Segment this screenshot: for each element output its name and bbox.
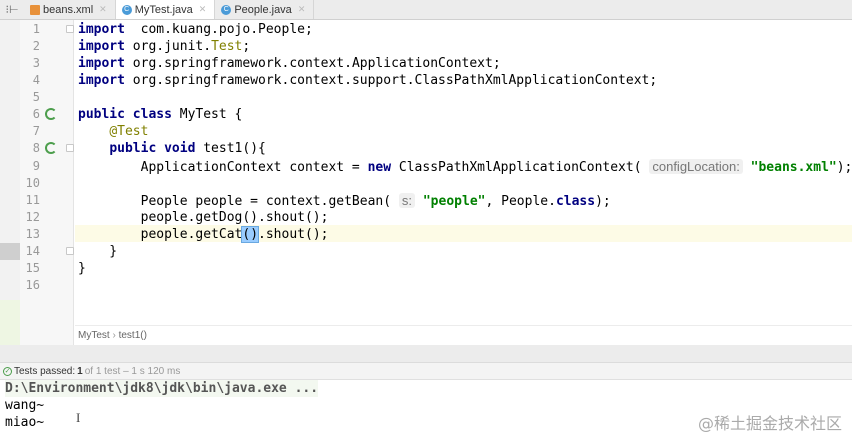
line-number: 11	[25, 192, 40, 207]
code-token: Test	[211, 39, 243, 55]
line-number: 8	[32, 141, 40, 156]
code-token: , People.	[485, 193, 556, 209]
code-line[interactable]: import org.junit.Test;	[78, 38, 250, 55]
line-number: 7	[32, 124, 40, 139]
code-line[interactable]: import com.kuang.pojo.People;	[78, 21, 313, 38]
breadcrumb-class[interactable]: MyTest	[78, 330, 110, 341]
chevron-right-icon: ›	[112, 330, 116, 341]
code-token: }	[78, 243, 118, 259]
code-line[interactable]: people.getDog().shout();	[78, 209, 329, 226]
code-line[interactable]: public class MyTest {	[78, 106, 242, 123]
code-token: test1(){	[195, 141, 266, 157]
panel-divider[interactable]	[0, 345, 852, 363]
code-line[interactable]: }	[78, 260, 86, 277]
fold-icon[interactable]	[66, 25, 74, 33]
tab-label: People.java	[234, 3, 292, 16]
line-number: 2	[32, 39, 40, 54]
code-token: class	[555, 193, 596, 209]
code-token: import	[78, 22, 125, 37]
close-icon[interactable]: ✕	[199, 4, 207, 15]
line-number: 12	[25, 209, 40, 224]
line-number: 3	[32, 56, 40, 71]
console-command: D:\Environment\jdk8\jdk\bin\java.exe ...	[5, 380, 319, 397]
code-token: s:	[398, 192, 416, 208]
code-token: ()	[241, 225, 260, 243]
editor-tab-bar: ⁝⊢ beans.xml ✕ C MyTest.java ✕ C People.java…	[0, 0, 852, 20]
line-number: 5	[32, 90, 40, 105]
scroll-marker	[0, 243, 20, 260]
status-detail: of 1 test – 1 s 120 ms	[84, 365, 181, 377]
check-icon: ✓	[3, 366, 12, 376]
tab-mytest-java[interactable]: C MyTest.java ✕	[115, 0, 216, 19]
code-token: "beans.xml"	[750, 159, 837, 175]
code-line[interactable]: public void test1(){	[78, 140, 266, 157]
code-token: ;	[242, 39, 251, 55]
code-token: new	[367, 159, 392, 175]
tab-beans-xml[interactable]: beans.xml ✕	[24, 0, 116, 19]
tool-strip-highlight	[0, 300, 20, 345]
line-number: 10	[25, 175, 40, 190]
tab-label: MyTest.java	[134, 3, 193, 16]
code-line[interactable]: people.getCat().shout();	[78, 225, 329, 243]
code-token: }	[78, 260, 86, 276]
line-number: 13	[25, 226, 40, 241]
status-count: 1	[77, 365, 83, 377]
breadcrumb: MyTest › test1()	[75, 325, 852, 345]
code-token: com.kuang.pojo.People;	[124, 22, 313, 37]
close-icon[interactable]: ✕	[99, 4, 107, 15]
code-token: ApplicationContext context =	[78, 159, 368, 175]
line-number: 16	[25, 278, 40, 293]
code-line[interactable]: }	[78, 243, 117, 260]
code-token: configLocation:	[649, 158, 743, 174]
tab-label: beans.xml	[43, 3, 94, 16]
class-icon: C	[121, 4, 132, 15]
code-token: org.junit.	[124, 39, 212, 55]
test-status: ✓ Tests passed: 1 of 1 test – 1 s 120 ms	[0, 363, 852, 380]
breadcrumb-method[interactable]: test1()	[119, 330, 147, 341]
code-token: People people = context.getBean(	[78, 193, 399, 209]
code-token: org.springframework.context.ApplicationC…	[124, 56, 501, 72]
line-number: 14	[25, 243, 40, 258]
code-line[interactable]: import org.springframework.context.Appli…	[78, 55, 501, 72]
class-icon: C	[221, 4, 232, 15]
code-line[interactable]: ApplicationContext context = new ClassPa…	[78, 158, 852, 175]
code-token: public void	[109, 141, 196, 157]
code-line[interactable]: @Test	[78, 123, 148, 140]
text-cursor-icon: I	[76, 410, 81, 425]
tab-people-java[interactable]: C People.java ✕	[215, 0, 315, 19]
watermark: @稀土掘金技术社区	[697, 414, 842, 433]
code-token: ClassPathXmlApplicationContext(	[391, 159, 650, 175]
code-token: import	[78, 39, 125, 55]
tool-strip	[0, 20, 20, 345]
fold-icon[interactable]	[66, 144, 74, 153]
code-line[interactable]: People people = context.getBean( s: "peo…	[78, 192, 611, 209]
pin-icon[interactable]: ⁝⊢	[0, 3, 24, 16]
code-token: people.getCat	[78, 226, 243, 242]
status-label: Tests passed:	[14, 365, 76, 377]
xml-file-icon	[30, 4, 40, 15]
code-line[interactable]: import org.springframework.context.suppo…	[78, 72, 657, 89]
line-number: 4	[32, 73, 40, 88]
code-token: );	[595, 193, 611, 209]
close-icon[interactable]: ✕	[298, 4, 306, 15]
line-number: 9	[32, 158, 40, 173]
code-token: org.springframework.context.support.Clas…	[124, 73, 658, 89]
code-token: people.getDog().shout();	[78, 209, 329, 225]
line-number: 6	[32, 107, 40, 122]
fold-icon[interactable]	[66, 246, 74, 255]
code-token: @Test	[109, 124, 149, 140]
code-token: MyTest {	[171, 107, 243, 123]
code-token: import	[78, 73, 125, 89]
code-token: .shout();	[258, 226, 329, 242]
line-number: 1	[32, 22, 40, 36]
code-token: public class	[78, 107, 172, 123]
line-number: 15	[25, 260, 40, 275]
code-token: "people"	[422, 193, 486, 209]
code-token: );	[836, 159, 852, 175]
code-token: import	[78, 56, 125, 72]
